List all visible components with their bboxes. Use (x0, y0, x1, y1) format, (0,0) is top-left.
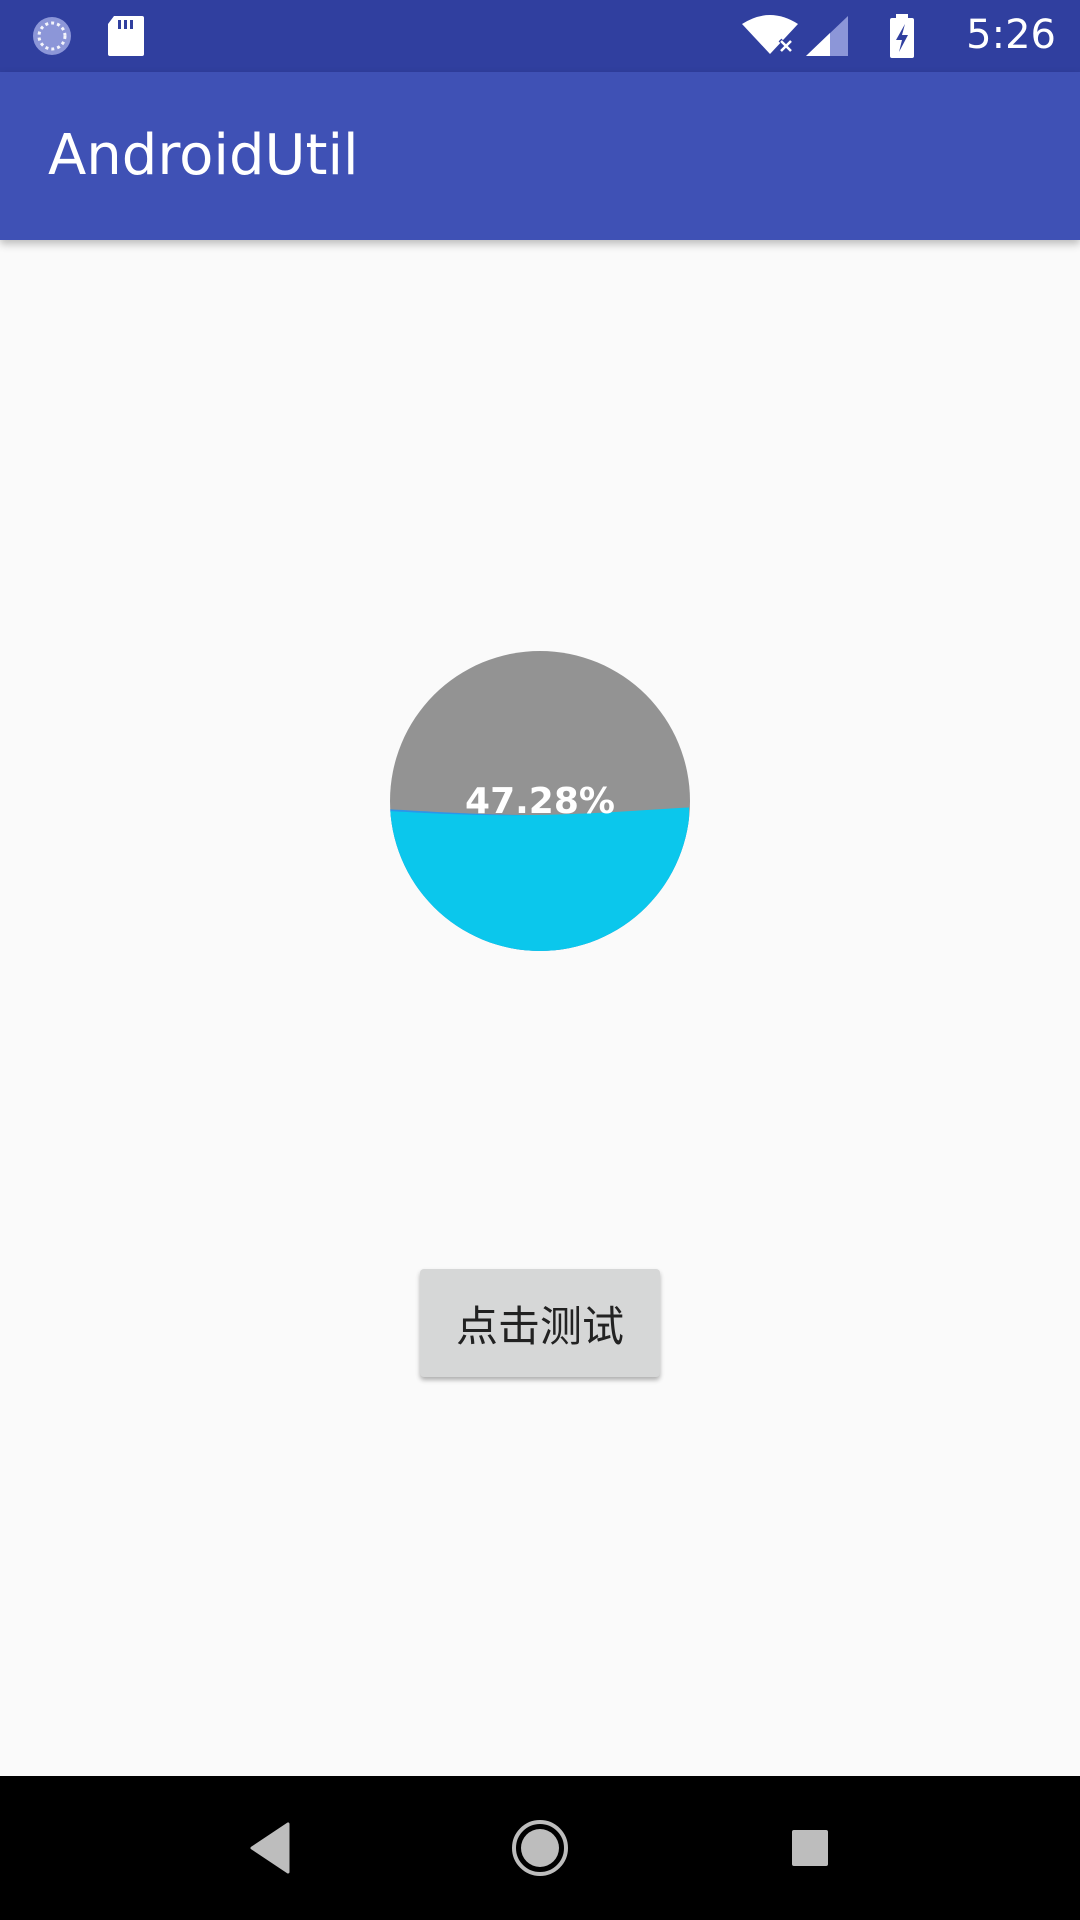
recents-icon[interactable] (792, 1830, 828, 1866)
status-bar-time: 5:26 (966, 12, 1056, 58)
navigation-bar (0, 1776, 1080, 1920)
app-bar: AndroidUtil (0, 72, 1080, 240)
home-icon[interactable] (512, 1820, 568, 1876)
wifi-off-icon (742, 15, 798, 54)
cell-signal-icon (806, 16, 848, 56)
wave-progress-view: 47.28% (389, 650, 691, 952)
screen: 5:26 AndroidUtil 47.28% 点击测试 (0, 0, 1080, 1920)
battery-charging-icon (890, 14, 914, 58)
app-title: AndroidUtil (48, 123, 359, 188)
status-bar-left (30, 14, 150, 62)
sync-icon (33, 17, 71, 55)
test-button[interactable]: 点击测试 (420, 1269, 660, 1377)
back-icon[interactable] (230, 1808, 310, 1888)
sd-card-icon (108, 16, 144, 56)
wave-progress-label: 47.28% (465, 780, 615, 822)
status-bar: 5:26 (0, 0, 1080, 72)
status-bar-right (740, 10, 930, 62)
